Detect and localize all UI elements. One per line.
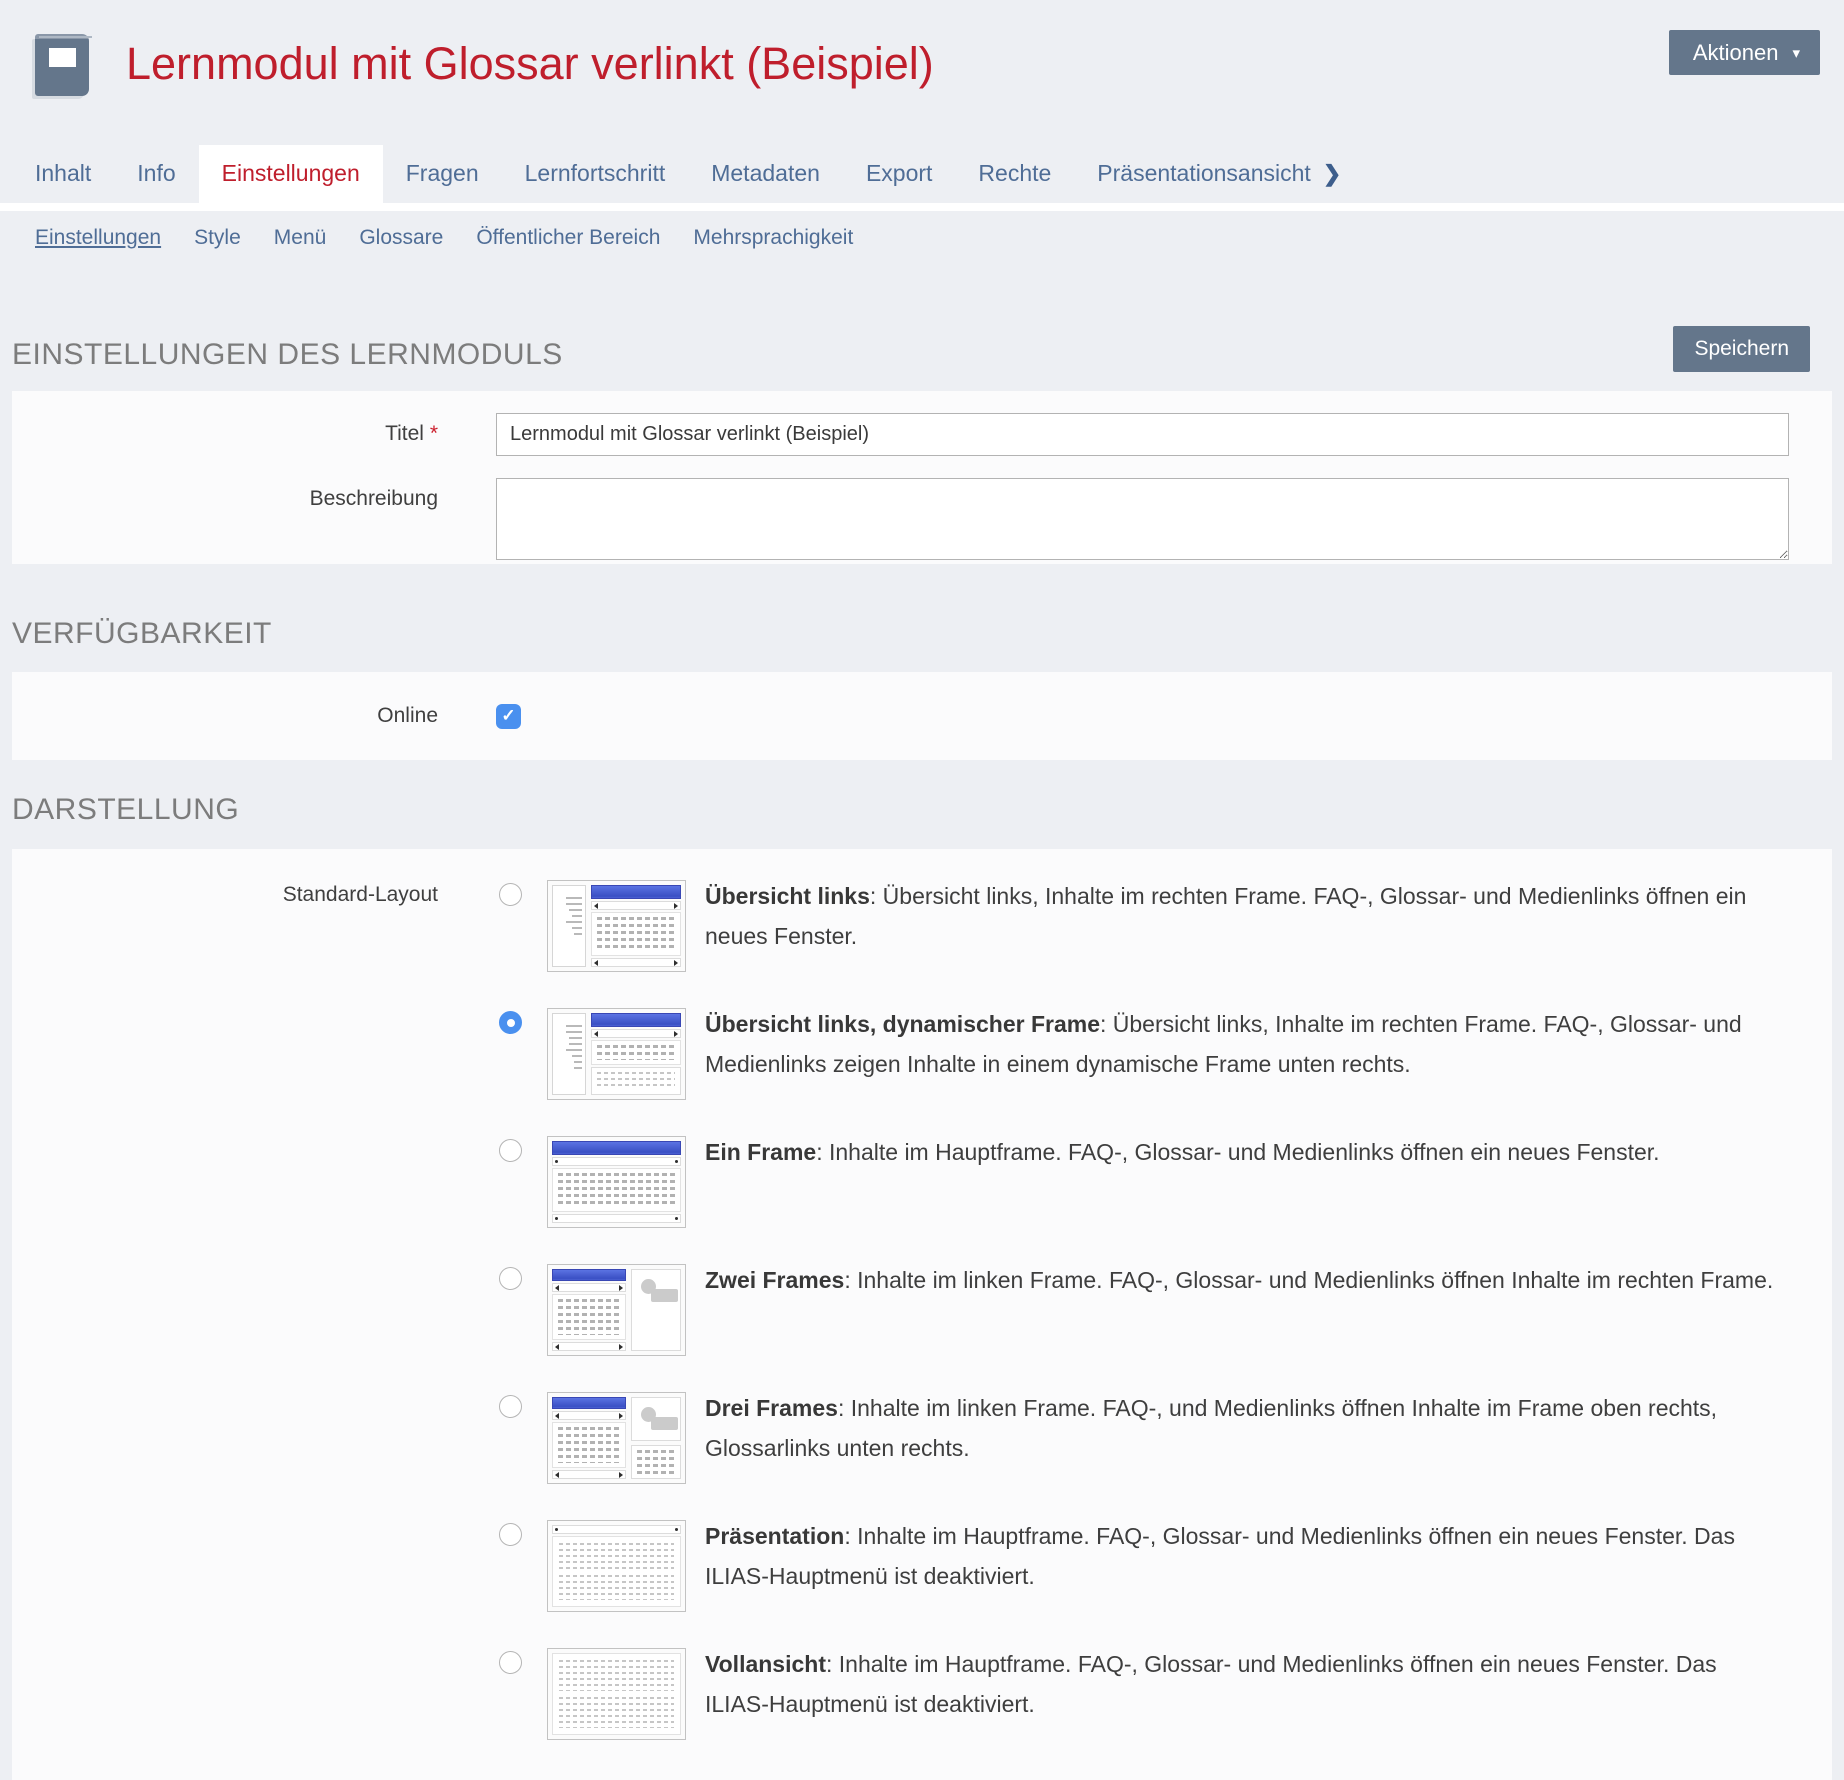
- actions-button-label: Aktionen: [1693, 42, 1779, 64]
- settings-section-header: EINSTELLUNGEN DES LERNMODULS Speichern: [0, 326, 1844, 372]
- layout-description: Übersicht links, dynamischer Frame: Über…: [705, 1004, 1785, 1084]
- layout-description: Zwei Frames: Inhalte im linken Frame. FA…: [705, 1260, 1785, 1300]
- layout-description: Ein Frame: Inhalte im Hauptframe. FAQ-, …: [705, 1132, 1785, 1172]
- layout-option-praesentation: Präsentation: Inhalte im Hauptframe. FAQ…: [12, 1520, 1832, 1612]
- actions-button[interactable]: Aktionen ▾: [1669, 30, 1820, 75]
- availability-section-title: VERFÜGBARKEIT: [12, 617, 272, 651]
- tab-lernfortschritt[interactable]: Lernfortschritt: [502, 145, 689, 203]
- layout-option-drei-frames: Drei Frames: Inhalte im linken Frame. FA…: [12, 1392, 1832, 1484]
- save-button[interactable]: Speichern: [1673, 326, 1810, 372]
- tab-einstellungen[interactable]: Einstellungen: [199, 145, 383, 203]
- availability-panel: Online ✓: [12, 672, 1832, 760]
- subtab-mehrsprachigkeit[interactable]: Mehrsprachigkeit: [693, 226, 853, 250]
- presentation-section-header: DARSTELLUNG: [0, 793, 1844, 827]
- description-textarea[interactable]: [496, 478, 1789, 560]
- description-field-row: Beschreibung: [12, 478, 1832, 560]
- radio-drei-frames[interactable]: [499, 1395, 522, 1418]
- page-header: Lernmodul mit Glossar verlinkt (Beispiel…: [0, 0, 1844, 96]
- settings-section-title: EINSTELLUNGEN DES LERNMODULS: [12, 338, 563, 372]
- layout-thumbnail-praesentation: [547, 1520, 686, 1612]
- standard-layout-label: Standard-Layout: [12, 880, 438, 907]
- online-checkbox[interactable]: ✓: [496, 704, 521, 729]
- active-tab-underline: [0, 203, 1844, 211]
- radio-praesentation[interactable]: [499, 1523, 522, 1546]
- layout-description: Übersicht links: Übersicht links, Inhalt…: [705, 876, 1785, 956]
- subtab-style[interactable]: Style: [194, 226, 241, 250]
- radio-zwei-frames[interactable]: [499, 1267, 522, 1290]
- chevron-right-icon: ❯: [1323, 161, 1341, 187]
- settings-form-panel: Titel * Beschreibung: [12, 391, 1832, 564]
- availability-section-header: VERFÜGBARKEIT: [0, 617, 1844, 651]
- layout-description: Drei Frames: Inhalte im linken Frame. FA…: [705, 1388, 1785, 1468]
- tab-export[interactable]: Export: [843, 145, 955, 203]
- layout-description: Präsentation: Inhalte im Hauptframe. FAQ…: [705, 1516, 1785, 1596]
- layout-thumbnail-vollansicht: [547, 1648, 686, 1740]
- subtab-bar: Einstellungen Style Menü Glossare Öffent…: [0, 211, 1844, 250]
- title-field-label: Titel *: [12, 413, 438, 456]
- presentation-section-title: DARSTELLUNG: [12, 793, 239, 827]
- tab-rechte[interactable]: Rechte: [955, 145, 1074, 203]
- layout-thumbnail-uebersicht-links-dynamisch: [547, 1008, 686, 1100]
- tab-bar: Inhalt Info Einstellungen Fragen Lernfor…: [0, 145, 1844, 203]
- layout-option-zwei-frames: Zwei Frames: Inhalte im linken Frame. FA…: [12, 1264, 1832, 1356]
- layout-thumbnail-zwei-frames: [547, 1264, 686, 1356]
- layout-option-vollansicht: Vollansicht: Inhalte im Hauptframe. FAQ-…: [12, 1648, 1832, 1740]
- layout-description: Vollansicht: Inhalte im Hauptframe. FAQ-…: [705, 1644, 1785, 1724]
- layout-option-ein-frame: Ein Frame: Inhalte im Hauptframe. FAQ-, …: [12, 1136, 1832, 1228]
- subtab-menue[interactable]: Menü: [274, 226, 327, 250]
- tab-inhalt[interactable]: Inhalt: [12, 145, 114, 203]
- layout-thumbnail-uebersicht-links: [547, 880, 686, 972]
- tab-fragen[interactable]: Fragen: [383, 145, 502, 203]
- radio-uebersicht-links-dynamisch[interactable]: [499, 1011, 522, 1034]
- tab-praesentationsansicht[interactable]: Präsentationsansicht ❯: [1074, 145, 1364, 203]
- layout-thumbnail-ein-frame: [547, 1136, 686, 1228]
- title-field-row: Titel *: [12, 413, 1832, 456]
- check-icon: ✓: [501, 706, 515, 726]
- subtab-glossare[interactable]: Glossare: [359, 226, 443, 250]
- learning-module-icon: [35, 34, 89, 96]
- required-asterisk: *: [430, 422, 438, 445]
- description-field-label: Beschreibung: [12, 478, 438, 560]
- layout-thumbnail-drei-frames: [547, 1392, 686, 1484]
- layout-option-uebersicht-links: Standard-Layout Übersicht links: Übersic…: [12, 880, 1832, 972]
- page-title: Lernmodul mit Glossar verlinkt (Beispiel…: [126, 36, 934, 92]
- radio-vollansicht[interactable]: [499, 1651, 522, 1674]
- title-input[interactable]: [496, 413, 1789, 456]
- tab-praesentationsansicht-label: Präsentationsansicht: [1097, 160, 1311, 187]
- subtab-oeffentlicher-bereich[interactable]: Öffentlicher Bereich: [476, 226, 660, 250]
- tab-info[interactable]: Info: [114, 145, 198, 203]
- radio-uebersicht-links[interactable]: [499, 883, 522, 906]
- presentation-panel: Standard-Layout Übersicht links: Übersic…: [12, 849, 1832, 1780]
- subtab-einstellungen[interactable]: Einstellungen: [35, 226, 161, 250]
- layout-option-uebersicht-links-dynamisch: Übersicht links, dynamischer Frame: Über…: [12, 1008, 1832, 1100]
- online-label: Online: [12, 704, 438, 728]
- radio-ein-frame[interactable]: [499, 1139, 522, 1162]
- caret-down-icon: ▾: [1792, 46, 1800, 61]
- tab-metadaten[interactable]: Metadaten: [688, 145, 843, 203]
